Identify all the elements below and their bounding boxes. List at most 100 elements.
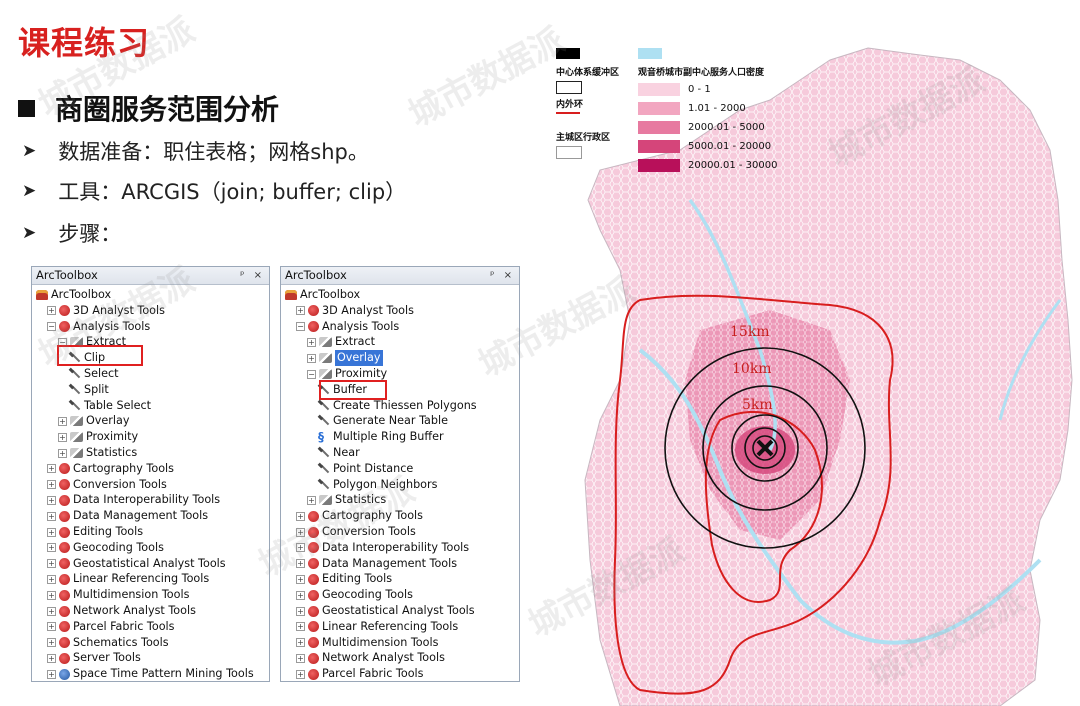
tree-item-label: Space Time Pattern Mining Tools (73, 667, 254, 681)
expand-icon[interactable]: + (47, 543, 56, 553)
expand-icon[interactable]: + (47, 574, 56, 584)
ring-label-5km: 5km (742, 397, 773, 413)
tree-item-label: Geostatistical Analyst Tools (73, 556, 226, 570)
expand-icon[interactable]: + (296, 669, 305, 679)
tree-item-overlay[interactable]: + Overlay (58, 413, 130, 429)
expand-icon[interactable]: + (47, 464, 56, 474)
tree-item-data-management-tools[interactable]: + Data Management Tools (47, 508, 208, 524)
toolset-red-icon (308, 526, 319, 538)
expand-icon[interactable]: + (47, 495, 56, 505)
collapse-icon[interactable]: − (307, 369, 316, 379)
expand-icon[interactable]: + (296, 653, 305, 663)
toolset-red-icon (59, 463, 70, 475)
expand-icon[interactable]: + (47, 638, 56, 648)
expand-icon[interactable]: + (58, 448, 67, 458)
tree-item-arctoolbox[interactable]: ArcToolbox (36, 287, 111, 303)
expand-icon[interactable]: + (296, 638, 305, 648)
tree-item-geostatistical-analyst-tools[interactable]: + Geostatistical Analyst Tools (296, 603, 475, 619)
toolset-red-icon (59, 573, 70, 585)
tree-item-multidimension-tools[interactable]: + Multidimension Tools (47, 587, 189, 603)
expand-icon[interactable]: + (47, 606, 56, 616)
tree-item-label: Statistics (86, 446, 138, 459)
tree-item-3d-analyst-tools[interactable]: +3D Analyst Tools (47, 303, 165, 319)
arctoolbox-panel-left: ArcToolbox ᵖ × ArcToolbox +3D Analyst Too… (31, 266, 270, 682)
toolbox-icon (36, 290, 48, 300)
tree-item-analysis-tools[interactable]: − Analysis Tools (47, 319, 150, 335)
tree-item-point-distance[interactable]: Point Distance (318, 461, 413, 477)
tree-item-space-time-pattern-mining-tools[interactable]: + Space Time Pattern Mining Tools (47, 666, 254, 681)
tree-item-label: Multiple Ring Buffer (333, 430, 444, 444)
tree-item-data-interoperability-tools[interactable]: + Data Interoperability Tools (296, 540, 469, 556)
tree-item-editing-tools[interactable]: + Editing Tools (296, 571, 392, 587)
tree-item-statistics[interactable]: + Statistics (307, 492, 386, 508)
expand-icon[interactable]: + (296, 559, 305, 569)
tool-icon (69, 368, 81, 380)
expand-icon[interactable]: + (58, 432, 67, 442)
expand-icon[interactable]: + (296, 622, 305, 632)
expand-icon[interactable]: + (47, 511, 56, 521)
tree-item-analysis-tools[interactable]: − Analysis Tools (296, 319, 399, 335)
tree-item-multidimension-tools[interactable]: + Multidimension Tools (296, 635, 438, 651)
expand-icon[interactable]: + (296, 527, 305, 537)
tree-item-server-tools[interactable]: + Server Tools (47, 650, 141, 666)
tree-item-label: Analysis Tools (73, 319, 151, 333)
tree-item-editing-tools[interactable]: + Editing Tools (47, 524, 143, 540)
tree-item-linear-referencing-tools[interactable]: + Linear Referencing Tools (296, 619, 458, 635)
tree-item-network-analyst-tools[interactable]: + Network Analyst Tools (296, 650, 445, 666)
tree-item-overlay[interactable]: + Overlay (307, 350, 383, 367)
tree-item-conversion-tools[interactable]: + Conversion Tools (47, 477, 167, 493)
tree-item-table-select[interactable]: Table Select (69, 398, 151, 414)
tree-item-schematics-tools[interactable]: + Schematics Tools (47, 635, 169, 651)
panel-pin-close-buttons[interactable]: ᵖ × (490, 267, 515, 284)
expand-icon[interactable]: + (296, 606, 305, 616)
tree-item-select[interactable]: Select (69, 366, 119, 382)
expand-icon[interactable]: + (307, 337, 316, 347)
expand-icon[interactable]: + (58, 416, 67, 426)
tree-item-near[interactable]: Near (318, 445, 360, 461)
tree-item-label: Generate Near Table (333, 414, 448, 428)
tree-item-generate-near-table[interactable]: Generate Near Table (318, 413, 448, 429)
expand-icon[interactable]: + (47, 622, 56, 632)
tree-item-geocoding-tools[interactable]: + Geocoding Tools (296, 587, 413, 603)
expand-icon[interactable]: + (307, 495, 316, 505)
collapse-icon[interactable]: − (296, 322, 305, 332)
collapse-icon[interactable]: − (47, 322, 56, 332)
tree-item-split[interactable]: Split (69, 382, 109, 398)
tree-item-parcel-fabric-tools[interactable]: + Parcel Fabric Tools (47, 619, 175, 635)
expand-icon[interactable]: + (47, 306, 56, 316)
tree-item-geostatistical-analyst-tools[interactable]: + Geostatistical Analyst Tools (47, 556, 226, 572)
expand-icon[interactable]: + (47, 480, 56, 490)
tree-item-proximity[interactable]: + Proximity (58, 429, 138, 445)
tree-item-label: Point Distance (333, 461, 414, 475)
tree-item-linear-referencing-tools[interactable]: + Linear Referencing Tools (47, 571, 209, 587)
highlight-box-clip (57, 345, 143, 366)
expand-icon[interactable]: + (47, 559, 56, 569)
expand-icon[interactable]: + (47, 590, 56, 600)
tree-item-multiple-ring-buffer[interactable]: § Multiple Ring Buffer (318, 429, 444, 445)
expand-icon[interactable]: + (47, 527, 56, 537)
tree-item-polygon-neighbors[interactable]: Polygon Neighbors (318, 477, 437, 493)
expand-icon[interactable]: + (296, 511, 305, 521)
tree-item-network-analyst-tools[interactable]: + Network Analyst Tools (47, 603, 196, 619)
tree-item-extract[interactable]: + Extract (307, 334, 375, 350)
expand-icon[interactable]: + (296, 574, 305, 584)
tree-item-conversion-tools[interactable]: + Conversion Tools (296, 524, 416, 540)
expand-icon[interactable]: + (296, 306, 305, 316)
toolset-red-icon (308, 621, 319, 633)
expand-icon[interactable]: + (47, 653, 56, 663)
panel-pin-close-buttons[interactable]: ᵖ × (240, 267, 265, 284)
expand-icon[interactable]: + (296, 590, 305, 600)
expand-icon[interactable]: + (307, 353, 316, 363)
tree-item-parcel-fabric-tools[interactable]: + Parcel Fabric Tools (296, 666, 424, 681)
tree-item-cartography-tools[interactable]: + Cartography Tools (296, 508, 423, 524)
tree-item-statistics[interactable]: + Statistics (58, 445, 137, 461)
expand-icon[interactable]: + (47, 669, 56, 679)
expand-icon[interactable]: + (296, 543, 305, 553)
tree-item-label: Linear Referencing Tools (322, 619, 459, 633)
tree-item-data-interoperability-tools[interactable]: + Data Interoperability Tools (47, 492, 220, 508)
tree-item-3d-analyst-tools[interactable]: +3D Analyst Tools (296, 303, 414, 319)
tree-item-arctoolbox[interactable]: ArcToolbox (285, 287, 360, 303)
tree-item-geocoding-tools[interactable]: + Geocoding Tools (47, 540, 164, 556)
tree-item-cartography-tools[interactable]: + Cartography Tools (47, 461, 174, 477)
tree-item-data-management-tools[interactable]: + Data Management Tools (296, 556, 457, 572)
